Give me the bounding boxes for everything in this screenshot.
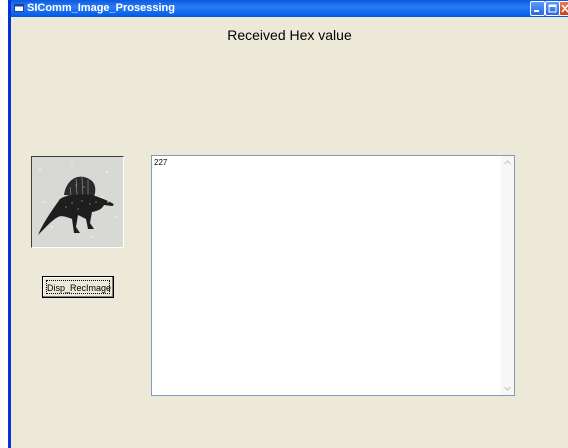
minimize-button[interactable] <box>530 1 545 16</box>
app-icon[interactable] <box>14 3 24 13</box>
maximize-button[interactable] <box>545 1 560 16</box>
desktop-edge <box>0 0 8 448</box>
hex-value-textbox[interactable]: 227 <box>151 155 515 396</box>
vertical-scrollbar[interactable] <box>501 156 514 395</box>
maximize-icon <box>548 4 557 13</box>
heading-label: Received Hex value <box>227 27 352 43</box>
close-icon <box>561 4 568 13</box>
picture-box[interactable] <box>31 156 124 248</box>
disp-recimage-button-label: Disp_RecImage <box>46 280 111 294</box>
minimize-icon <box>534 10 539 12</box>
scroll-down-icon[interactable] <box>501 382 514 395</box>
disp-recimage-button[interactable]: Disp_RecImage <box>42 276 114 298</box>
scroll-up-icon[interactable] <box>501 156 514 169</box>
app-window: SIComm_Image_Prosessing Received Hex val… <box>8 0 568 448</box>
title-bar[interactable]: SIComm_Image_Prosessing <box>11 0 568 17</box>
window-title: SIComm_Image_Prosessing <box>27 2 175 14</box>
hex-value-text: 227 <box>154 158 168 167</box>
close-button[interactable] <box>559 1 568 16</box>
dinosaur-image <box>32 157 123 247</box>
